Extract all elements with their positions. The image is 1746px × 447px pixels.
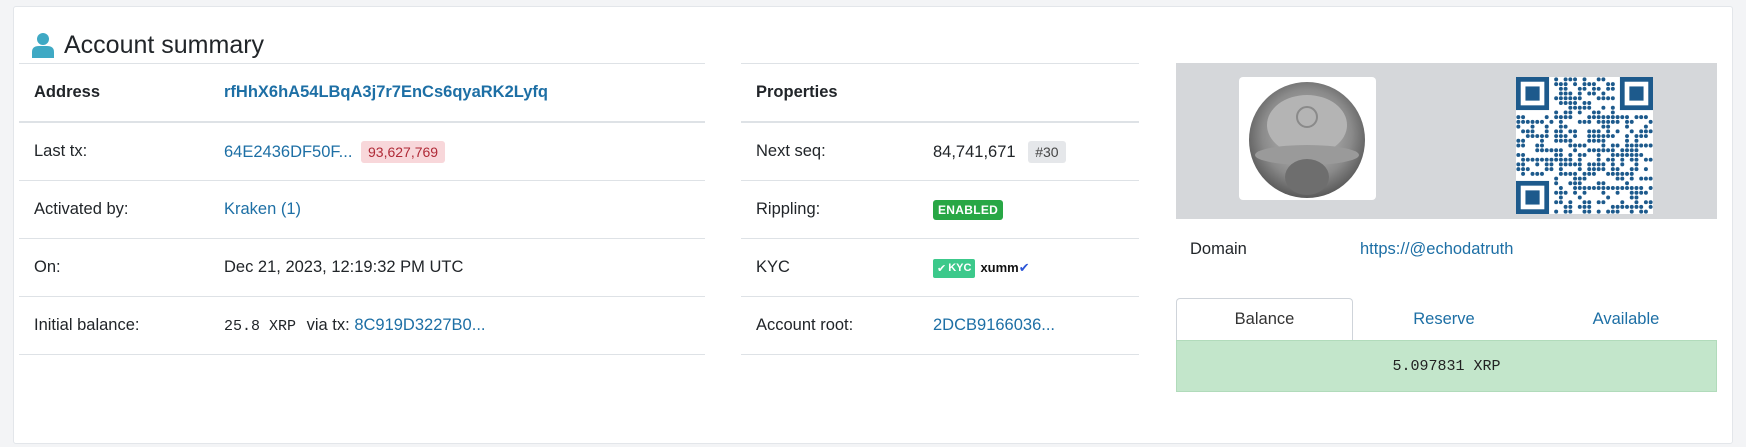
domain-link[interactable]: https://@echodatruth <box>1360 240 1513 259</box>
tab-available[interactable]: Available <box>1535 298 1717 340</box>
tab-reserve[interactable]: Reserve <box>1353 298 1535 340</box>
domain-row: Domain https://@echodatruth <box>1176 225 1717 273</box>
rippling-label: Rippling: <box>741 180 933 239</box>
qr-code[interactable] <box>1515 76 1654 215</box>
initial-tx-link[interactable]: 8C919D3227B0... <box>354 316 485 334</box>
table-row: Next seq: 84,741,671 #30 <box>741 122 1139 181</box>
activated-by-label: Activated by: <box>19 180 224 239</box>
table-row: On: Dec 21, 2023, 12:19:32 PM UTC <box>19 238 705 297</box>
balance-value: 5.097831 XRP <box>1176 340 1717 392</box>
last-tx-label: Last tx: <box>19 122 224 181</box>
table-row: Last tx: 64E2436DF50F... 93,627,769 <box>19 122 705 181</box>
qr-code-image <box>1515 76 1654 215</box>
balance-tabs: Balance Reserve Available <box>1176 298 1717 340</box>
table-row: KYC ✔ KYC xumm✔ <box>741 238 1139 297</box>
properties-label: Properties <box>741 63 933 123</box>
activation-date: Dec 21, 2023, 12:19:32 PM UTC <box>224 238 705 297</box>
tab-balance[interactable]: Balance <box>1176 298 1353 340</box>
page-title: Account summary <box>64 30 265 59</box>
kyc-badge: ✔ KYC <box>933 258 976 278</box>
activated-by-link[interactable]: Kraken (1) <box>224 200 301 218</box>
table-row: Initial balance: 25.8 XRP via tx: 8C919D… <box>19 296 705 355</box>
last-tx-link[interactable]: 64E2436DF50F... <box>224 143 352 161</box>
address-row: Address rfHhX6hA54LBqA3j7r7EnCs6qyaRK2Ly… <box>19 63 705 123</box>
xumm-logo: xumm✔ <box>980 260 1029 275</box>
seq-badge: #30 <box>1028 140 1066 163</box>
table-row: Activated by: Kraken (1) <box>19 180 705 239</box>
xumm-check-icon: ✔ <box>1018 259 1030 275</box>
card-header: Account summary <box>32 25 264 65</box>
kyc-badge-text: KYC <box>948 262 972 274</box>
check-icon: ✔ <box>937 262 947 275</box>
domain-label: Domain <box>1190 239 1247 258</box>
avatar-image <box>1249 82 1365 198</box>
kyc-label: KYC <box>741 238 933 297</box>
address-link[interactable]: rfHhX6hA54LBqA3j7r7EnCs6qyaRK2Lyfq <box>224 83 548 101</box>
avatar <box>1239 77 1376 200</box>
xumm-logo-text: xumm <box>980 259 1019 275</box>
on-label: On: <box>19 238 224 297</box>
next-seq-value: 84,741,671 <box>933 142 1016 161</box>
next-seq-label: Next seq: <box>741 122 933 181</box>
rippling-status-badge: ENABLED <box>933 199 1004 220</box>
initial-balance-amount: 25.8 XRP <box>224 318 297 335</box>
address-table: Address rfHhX6hA54LBqA3j7r7EnCs6qyaRK2Ly… <box>19 63 705 355</box>
avatar-qr-panel <box>1176 63 1717 219</box>
ledger-badge[interactable]: 93,627,769 <box>361 140 446 163</box>
via-tx-label: via tx: <box>306 316 350 334</box>
table-row: Account root: 2DCB9166036... <box>741 296 1139 355</box>
table-row: Rippling: ENABLED <box>741 180 1139 239</box>
account-root-link[interactable]: 2DCB9166036... <box>933 316 1055 334</box>
properties-header-row: Properties <box>741 63 1139 123</box>
initial-balance-label: Initial balance: <box>19 296 224 355</box>
account-root-label: Account root: <box>741 296 933 355</box>
properties-table: Properties Next seq: 84,741,671 #30 Ripp… <box>741 63 1139 355</box>
address-label: Address <box>19 63 224 123</box>
user-icon <box>32 33 54 58</box>
